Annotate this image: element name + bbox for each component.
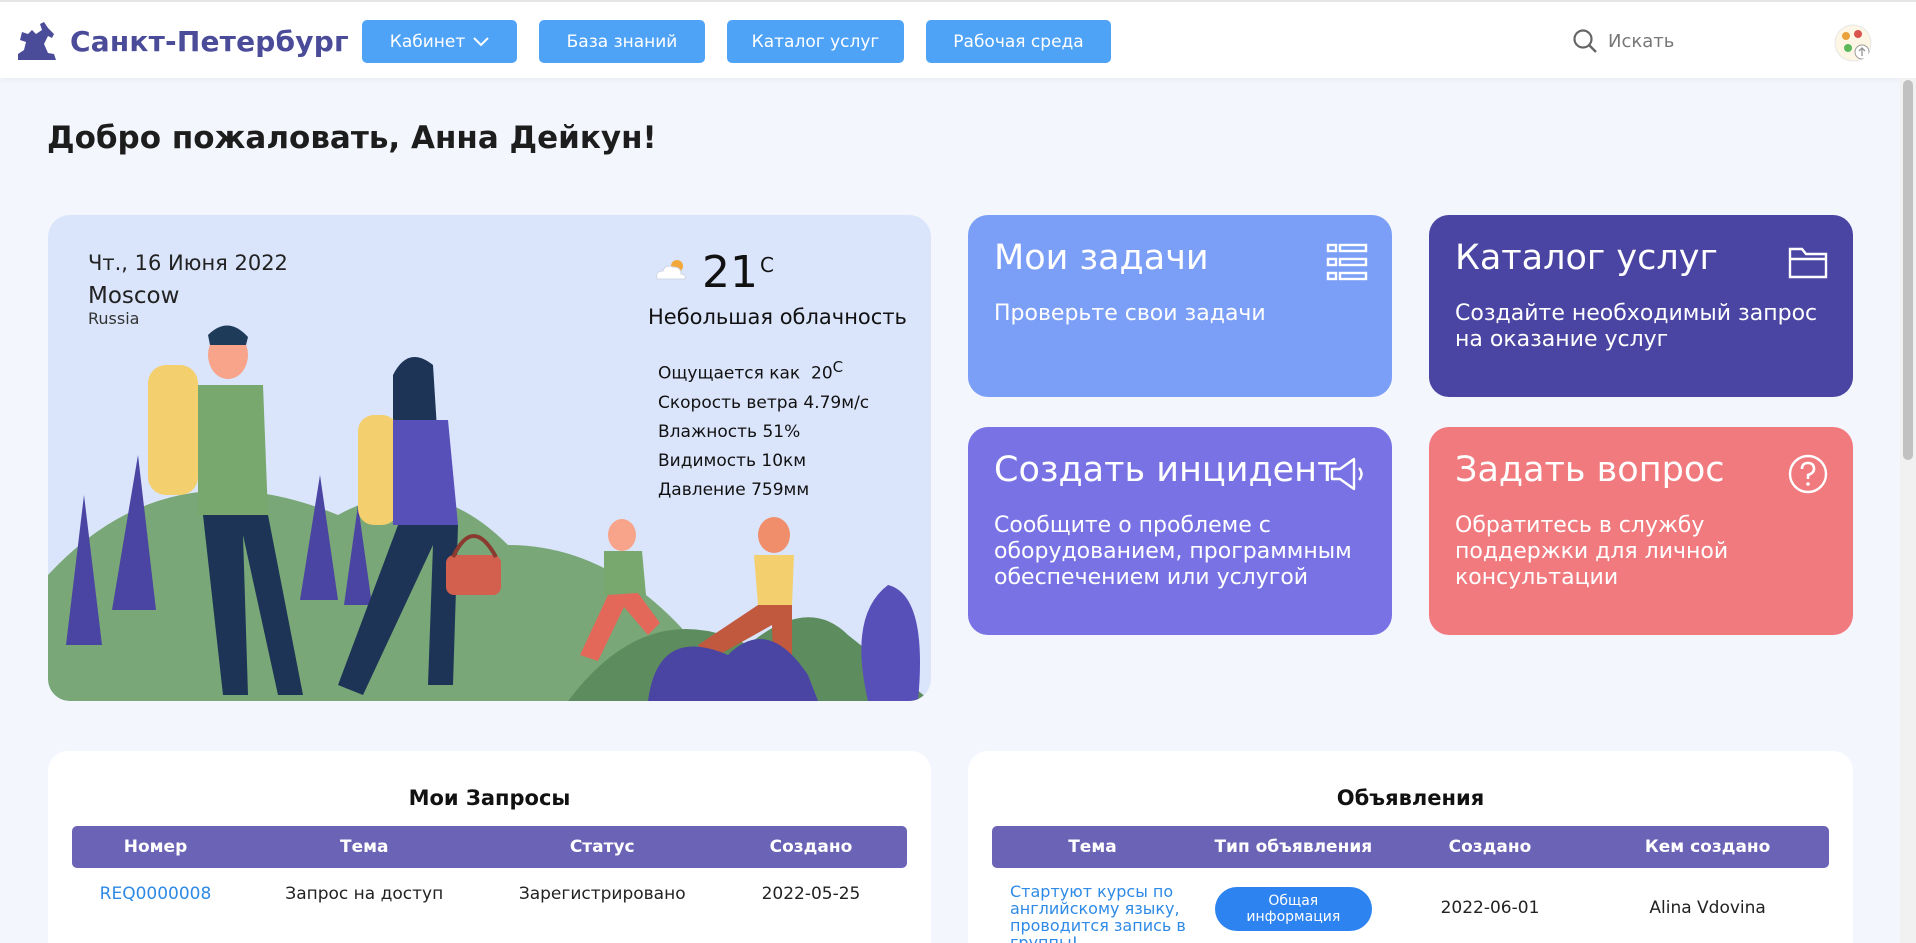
weather-card: Чт., 16 Июня 2022 Moscow Russia 21 C Неб… <box>48 215 931 701</box>
column-header-created[interactable]: Создано <box>1394 837 1587 857</box>
feels-like-value: 20 <box>811 363 833 384</box>
weather-date: Чт., 16 Июня 2022 <box>88 251 288 275</box>
welcome-heading: Добро пожаловать, Анна Дейкун! <box>47 120 657 156</box>
announcement-topic-link[interactable]: Стартуют курсы по английскому языку, про… <box>992 883 1193 943</box>
table-row[interactable]: REQ0000008 Запрос на доступ Зарегистриро… <box>72 879 907 909</box>
chevron-down-icon <box>473 36 489 46</box>
column-header-topic[interactable]: Тема <box>992 837 1193 857</box>
question-icon <box>1788 454 1828 494</box>
weather-details: Ощущается как 20C Скорость ветра 4.79м/с… <box>658 353 869 505</box>
request-topic: Запрос на доступ <box>285 884 444 904</box>
my-requests-title: Мои Запросы <box>408 786 571 810</box>
announcements-table-header: Тема Тип объявления Создано Кем создано <box>992 826 1829 868</box>
nav-service-catalog-label: Каталог услуг <box>751 31 880 52</box>
visibility: Видимость 10км <box>658 450 807 471</box>
nav-cabinet-label: Кабинет <box>389 31 466 52</box>
my-tasks-subtitle: Проверьте свои задачи <box>994 301 1266 326</box>
weather-country: Russia <box>88 309 140 328</box>
my-tasks-title: Мои задачи <box>994 238 1209 278</box>
ask-question-subtitle: Обратитесь в службу поддержки для личной… <box>1455 513 1729 590</box>
feels-like-unit: C <box>832 358 844 376</box>
avatar[interactable] <box>1834 24 1872 62</box>
temperature-value: 21 <box>702 247 758 298</box>
wind-speed: Скорость ветра 4.79м/с <box>658 392 870 413</box>
megaphone-icon <box>1330 457 1363 491</box>
my-tasks-tile[interactable]: Мои задачи Проверьте свои задачи <box>968 215 1392 397</box>
table-row[interactable]: Стартуют курсы по английскому языку, про… <box>992 883 1829 943</box>
humidity: Влажность 51% <box>658 421 801 442</box>
ask-question-title: Задать вопрос <box>1455 450 1725 490</box>
search-icon[interactable] <box>1572 28 1598 54</box>
announcement-type-cell: Общая информация <box>1193 883 1394 931</box>
weather-temperature: 21 C <box>702 247 774 298</box>
feels-like-label: Ощущается как <box>658 363 801 384</box>
temperature-unit: C <box>760 253 774 277</box>
search-input[interactable] <box>1608 30 1748 52</box>
column-header-number[interactable]: Номер <box>72 837 239 857</box>
service-catalog-subtitle: Создайте необходимый запрос на оказание … <box>1455 301 1818 352</box>
partly-cloudy-icon <box>656 260 686 280</box>
top-bar: Санкт-Петербург Кабинет База знаний Ката… <box>0 0 1916 78</box>
announcement-author: Alina Vdovina <box>1649 898 1766 918</box>
announcement-created: 2022-06-01 <box>1440 898 1540 918</box>
nav-workspace-button[interactable]: Рабочая среда <box>926 20 1111 63</box>
service-catalog-title: Каталог услуг <box>1455 238 1718 278</box>
nav-service-catalog-button[interactable]: Каталог услуг <box>727 20 904 63</box>
nav-knowledge-base-label: База знаний <box>566 31 678 52</box>
create-incident-tile[interactable]: Создать инцидент Сообщите о проблеме с о… <box>968 427 1392 635</box>
column-header-type[interactable]: Тип объявления <box>1193 837 1394 857</box>
scrollbar-thumb[interactable] <box>1903 80 1913 460</box>
my-requests-card: Мои Запросы Номер Тема Статус Создано RE… <box>48 751 931 943</box>
ask-question-tile[interactable]: Задать вопрос Обратитесь в службу поддер… <box>1429 427 1853 635</box>
announcements-card: Объявления Тема Тип объявления Создано К… <box>968 751 1853 943</box>
create-incident-title: Создать инцидент <box>994 450 1338 490</box>
request-created: 2022-05-25 <box>761 884 861 904</box>
announcement-type-badge: Общая информация <box>1214 887 1372 931</box>
nav-cabinet-button[interactable]: Кабинет <box>362 20 517 63</box>
search <box>1572 28 1748 54</box>
column-header-author[interactable]: Кем создано <box>1586 837 1829 857</box>
folder-icon <box>1788 247 1828 279</box>
weather-city: Moscow <box>88 283 180 309</box>
weather-description: Небольшая облачность <box>648 305 907 329</box>
logo[interactable]: Санкт-Петербург <box>14 20 349 62</box>
request-status: Зарегистрировано <box>518 884 686 904</box>
column-header-created[interactable]: Создано <box>715 837 907 857</box>
service-catalog-tile[interactable]: Каталог услуг Создайте необходимый запро… <box>1429 215 1853 397</box>
page-scrollbar[interactable] <box>1900 78 1916 943</box>
pressure: Давление 759мм <box>658 479 810 500</box>
nav-knowledge-base-button[interactable]: База знаний <box>539 20 705 63</box>
feels-like-row: Ощущается как 20C <box>658 353 869 389</box>
column-header-status[interactable]: Статус <box>490 837 715 857</box>
bronze-horseman-logo-icon <box>18 22 56 60</box>
requests-table-header: Номер Тема Статус Создано <box>72 826 907 868</box>
column-header-topic[interactable]: Тема <box>239 837 490 857</box>
request-number-link[interactable]: REQ0000008 <box>72 884 239 904</box>
create-incident-subtitle: Сообщите о проблеме с оборудованием, про… <box>994 513 1352 590</box>
nav-workspace-label: Рабочая среда <box>953 31 1084 52</box>
logo-text: Санкт-Петербург <box>70 24 349 58</box>
announcements-title: Объявления <box>1336 786 1485 810</box>
list-icon <box>1326 243 1368 281</box>
